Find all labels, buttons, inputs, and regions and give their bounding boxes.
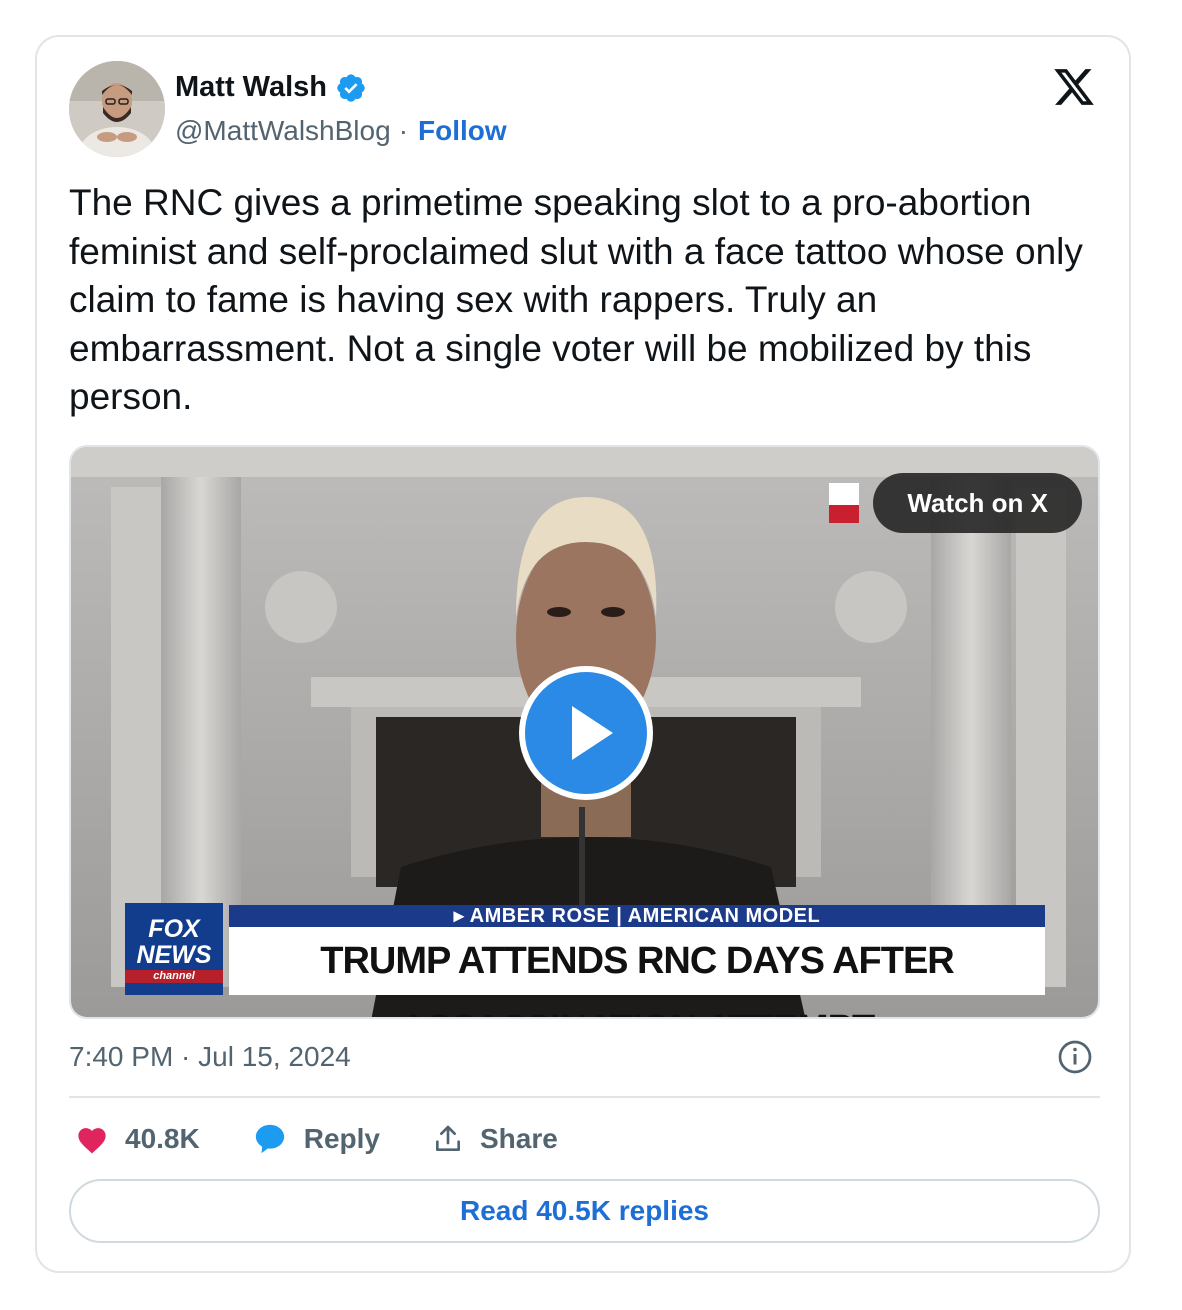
handle-separator: · [398, 115, 409, 146]
author-name-row: Matt Walsh [175, 71, 367, 104]
logo-line-2: NEWS [136, 940, 212, 969]
chyron-nameplate: ▸ AMBER ROSE | AMERICAN MODEL [229, 905, 1045, 927]
chyron-headline: TRUMP ATTENDS RNC DAYS AFTER ASSASSINATI… [229, 927, 1045, 1017]
verified-badge-icon [337, 73, 365, 102]
play-icon [572, 706, 613, 760]
tweet-timestamp[interactable]: 7:40 PM · Jul 15, 2024 [69, 1041, 351, 1073]
video-player[interactable]: FOX NEWS channel ▸ AMBER ROSE | AMERICAN… [69, 445, 1100, 1019]
reply-label: Reply [303, 1123, 380, 1154]
watch-on-x-button[interactable]: Watch on X [873, 473, 1082, 533]
tweet-card: Matt Walsh @MattWalshBlog · Follow The R… [35, 35, 1131, 1273]
fox-news-logo: FOX NEWS channel [125, 903, 223, 995]
x-logo-icon[interactable] [1051, 65, 1097, 109]
read-replies-button[interactable]: Read 40.5K replies [69, 1179, 1100, 1243]
speech-bubble-icon [255, 1124, 284, 1154]
share-button[interactable]: Share [432, 1123, 558, 1155]
reply-button[interactable]: Reply [252, 1122, 380, 1156]
info-icon[interactable] [1057, 1039, 1093, 1075]
action-bar: 40.8K Reply Share [75, 1119, 610, 1159]
play-button[interactable] [519, 666, 653, 800]
like-count: 40.8K [125, 1123, 200, 1154]
like-button[interactable]: 40.8K [75, 1123, 200, 1155]
author-handle[interactable]: @MattWalshBlog [175, 115, 391, 147]
share-upload-icon [435, 1125, 460, 1151]
avatar[interactable] [69, 61, 165, 157]
heart-icon [78, 1128, 106, 1154]
tweet-text: The RNC gives a primetime speaking slot … [69, 182, 1083, 417]
avatar-image [69, 61, 165, 157]
author-name[interactable]: Matt Walsh [175, 71, 327, 104]
follow-button[interactable]: Follow [418, 115, 507, 147]
logo-line-3: channel [125, 969, 223, 983]
logo-line-1: FOX [148, 914, 200, 943]
divider [69, 1096, 1100, 1098]
author-handle-row: @MattWalshBlog · Follow [175, 115, 507, 147]
share-label: Share [479, 1123, 558, 1154]
